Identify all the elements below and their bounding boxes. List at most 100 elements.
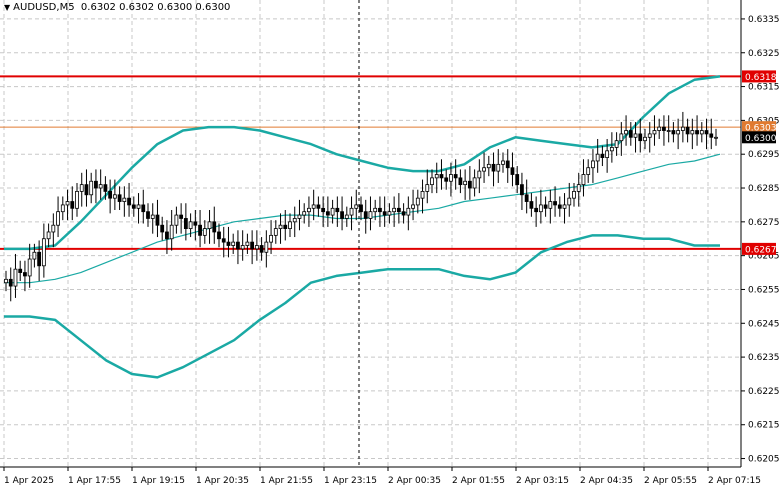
candle-body: [576, 184, 581, 192]
candle-body: [652, 130, 657, 135]
candle-body: [472, 177, 477, 189]
candle-body: [340, 211, 344, 219]
candle-body: [131, 204, 136, 209]
candle-body: [311, 204, 316, 209]
candle-body: [543, 204, 548, 209]
x-tick-label: 1 Apr 23:15: [324, 476, 377, 486]
candle-body: [453, 174, 458, 179]
y-tick-label: 0.6295: [748, 150, 780, 160]
candle-body: [439, 174, 444, 179]
time-axis[interactable]: 1 Apr 2025 1 Apr 17:55 1 Apr 19:15 1 Apr 20…: [3, 467, 761, 486]
candle-body: [112, 194, 117, 199]
candle-body: [75, 190, 79, 209]
y-tick-label: 0.6235: [748, 353, 780, 363]
candle-body: [292, 218, 297, 223]
candle-body: [136, 204, 141, 209]
candle-body: [349, 207, 354, 216]
candle-body: [378, 207, 382, 213]
candle-body: [202, 228, 207, 236]
candle-body: [174, 214, 179, 226]
x-tick-label: 2 Apr 00:35: [388, 476, 441, 486]
candle-body: [477, 170, 482, 179]
candle-body: [586, 167, 591, 175]
candle-body: [278, 224, 283, 229]
x-tick-label: 1 Apr 2025: [4, 476, 54, 486]
candle-body: [165, 231, 169, 240]
candle-body: [662, 126, 666, 131]
y-tick-label: 0.6215: [748, 421, 780, 431]
candle-body: [269, 234, 273, 243]
candle-body: [529, 201, 534, 209]
dropdown-triangle-icon[interactable]: ▼: [4, 3, 10, 12]
candle-body: [709, 133, 714, 138]
y-tick-label: 0.6285: [748, 184, 780, 194]
candle-body: [396, 207, 401, 213]
candle-body: [207, 221, 212, 229]
candle-body: [430, 177, 434, 186]
candle-body: [463, 180, 468, 186]
candle-body: [638, 133, 643, 142]
x-tick-label: 1 Apr 19:15: [132, 476, 185, 486]
candle-body: [70, 201, 75, 209]
candle-body: [373, 207, 378, 213]
candle-body: [41, 238, 46, 267]
candle-body: [297, 214, 302, 219]
candle-body: [65, 201, 70, 206]
candle-body: [231, 241, 236, 246]
resistance-price-tag: 0.6318: [745, 73, 777, 83]
candle-body: [108, 190, 113, 199]
y-tick-label: 0.6275: [748, 218, 780, 228]
candle-body: [486, 163, 491, 169]
y-tick-label: 0.6255: [748, 285, 780, 295]
candle-body: [79, 184, 84, 192]
candle-body: [387, 211, 392, 216]
candle-body: [212, 221, 217, 233]
candle-body: [122, 197, 127, 202]
candle-body: [316, 204, 321, 209]
candle-body: [117, 194, 122, 202]
candle-body: [127, 197, 131, 206]
price-chart[interactable]: 0.63350.63250.63150.63050.62950.62850.62…: [0, 0, 781, 489]
candle-body: [628, 130, 633, 138]
candle-body: [562, 204, 567, 209]
candle-body: [18, 268, 23, 273]
candle-body: [236, 241, 240, 250]
candle-body: [515, 174, 520, 186]
candle-body: [32, 251, 37, 260]
candle-body: [591, 160, 595, 169]
candle-body: [392, 207, 397, 213]
candle-body: [520, 184, 524, 196]
candle-body: [647, 133, 652, 138]
candle-body: [415, 197, 420, 206]
candle-body: [325, 211, 330, 216]
candle-body: [633, 133, 638, 138]
bid-price-tag: 0.6300: [745, 134, 777, 144]
candle-body: [288, 221, 292, 229]
candle-body: [354, 204, 359, 209]
x-tick-label: 1 Apr 21:55: [260, 476, 313, 486]
candle-body: [600, 153, 605, 158]
y-tick-label: 0.6325: [748, 49, 780, 59]
candle-body: [609, 147, 614, 152]
candle-body: [141, 204, 146, 213]
candle-body: [179, 214, 184, 219]
candle-body: [510, 167, 515, 175]
y-tick-label: 0.6245: [748, 319, 780, 329]
candle-body: [401, 211, 406, 216]
candle-body: [614, 140, 619, 148]
candle-body: [335, 207, 340, 213]
candle-body: [619, 133, 624, 142]
candle-body: [382, 211, 387, 216]
x-tick-label: 2 Apr 01:55: [452, 476, 505, 486]
candle-body: [505, 160, 510, 169]
y-tick-label: 0.6315: [748, 83, 780, 93]
candle-body: [690, 130, 695, 135]
candle-body: [250, 241, 255, 250]
candle-body: [84, 184, 89, 196]
candle-body: [572, 190, 576, 199]
ohlc-values: 0.6302 0.6302 0.6300 0.6300: [80, 2, 231, 13]
candle-body: [302, 211, 307, 216]
candle-body: [434, 174, 439, 179]
candle-body: [363, 211, 368, 219]
candle-body: [482, 167, 486, 172]
